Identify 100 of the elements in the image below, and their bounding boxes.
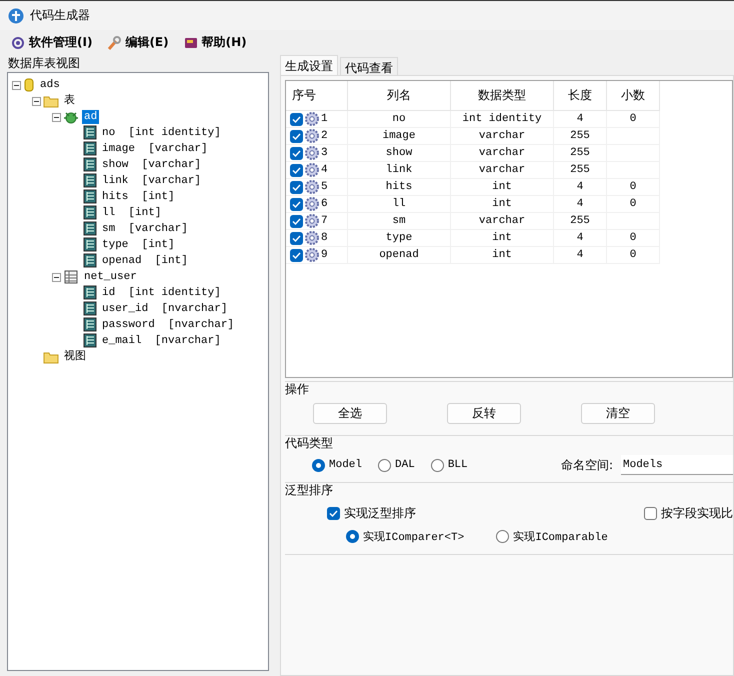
radio-button[interactable] xyxy=(496,530,510,542)
tree-item[interactable]: password [nvarchar] xyxy=(100,318,236,332)
column-header: 小数 xyxy=(606,81,660,110)
tree-item[interactable]: 视图 xyxy=(62,350,88,364)
table-cell: int xyxy=(492,181,512,193)
tree-item[interactable]: e_mail [nvarchar] xyxy=(100,334,223,348)
radio-button[interactable] xyxy=(346,530,359,542)
radio-button[interactable] xyxy=(430,458,444,472)
table-cell: 2 xyxy=(321,130,328,142)
table-cell: type xyxy=(386,232,412,244)
column-header: 数据类型 xyxy=(450,81,554,110)
tab[interactable]: 代码查看 xyxy=(340,57,398,75)
checkbox[interactable] xyxy=(290,130,303,142)
table-cell: varchar xyxy=(478,147,526,159)
tree-item[interactable]: openad [int] xyxy=(100,254,190,268)
column-icon xyxy=(83,221,97,237)
window-title: 代码生成器 xyxy=(30,7,90,24)
action-button[interactable]: 全选 xyxy=(313,403,387,424)
option-label: DAL xyxy=(395,459,415,471)
checkbox[interactable] xyxy=(290,198,303,210)
tree-item[interactable]: sm [varchar] xyxy=(100,222,190,236)
tree-item[interactable]: ll [int] xyxy=(100,206,164,220)
column-icon xyxy=(83,237,97,253)
column-header: 长度 xyxy=(554,81,606,110)
namespace-field[interactable]: Models xyxy=(621,455,733,475)
table-cell: 255 xyxy=(570,215,590,227)
radio-button[interactable] xyxy=(312,458,325,472)
column-icon xyxy=(83,141,97,157)
collapse-toggle[interactable] xyxy=(32,96,41,106)
menu-item[interactable]: 帮助(H) xyxy=(182,34,247,51)
action-button[interactable]: 反转 xyxy=(447,403,521,424)
table-cell: image xyxy=(382,130,416,142)
table-cell: show xyxy=(386,147,412,159)
option-label: Model xyxy=(329,459,362,471)
table-cell: 0 xyxy=(630,181,636,193)
action-button[interactable]: 清空 xyxy=(581,403,655,424)
tree-item[interactable]: 表 xyxy=(62,94,77,108)
table-cell: 5 xyxy=(321,181,328,193)
collapse-toggle[interactable] xyxy=(12,80,21,90)
tree-item[interactable]: ad xyxy=(82,110,100,124)
tab[interactable]: 生成设置 xyxy=(280,55,338,75)
column-icon xyxy=(83,333,97,349)
tree-item[interactable]: show [varchar] xyxy=(100,158,204,172)
column-icon xyxy=(83,125,97,141)
table-cell: openad xyxy=(379,249,419,261)
tree-item[interactable]: type [int] xyxy=(100,238,177,252)
table-cell: 4 xyxy=(576,181,584,193)
table-cell: varchar xyxy=(478,164,526,176)
checkbox[interactable] xyxy=(290,112,303,126)
table-cell: 0 xyxy=(630,232,636,244)
table-cell: 4 xyxy=(321,164,328,176)
table-cell: int xyxy=(492,232,512,244)
table-cell: ll xyxy=(392,198,406,210)
group-title: 操作 xyxy=(285,382,310,397)
app-icon xyxy=(8,8,24,24)
option-label: BLL xyxy=(448,459,468,471)
table-cell: 7 xyxy=(321,215,328,227)
collapse-toggle[interactable] xyxy=(52,112,61,122)
tree-item[interactable]: hits [int] xyxy=(100,190,177,204)
menu-item[interactable]: 软件管理(I) xyxy=(10,34,92,51)
table-cell: int identity xyxy=(462,113,542,125)
tree-item[interactable]: ads xyxy=(38,78,62,92)
checkbox[interactable] xyxy=(290,214,303,228)
tree-item[interactable]: image [varchar] xyxy=(100,142,210,156)
table-cell: link xyxy=(386,164,412,176)
column-icon xyxy=(83,173,97,189)
checkbox-label: 实现泛型排序 xyxy=(344,504,416,522)
column-icon xyxy=(83,157,97,173)
tree-item[interactable]: no [int identity] xyxy=(100,126,223,140)
table-cell: 4 xyxy=(576,249,584,261)
tree-item[interactable]: net_user xyxy=(82,270,139,284)
tree-item[interactable]: user_id [nvarchar] xyxy=(100,302,230,316)
checkbox[interactable] xyxy=(290,232,303,244)
checkbox[interactable] xyxy=(290,164,303,176)
table-cell: 6 xyxy=(321,198,328,210)
checkbox-label: 按字段实现比 xyxy=(661,504,733,522)
checkbox[interactable] xyxy=(290,146,303,160)
column-header: 序号 xyxy=(286,81,348,110)
table-cell: 8 xyxy=(321,232,328,244)
field-label: 命名空间: xyxy=(560,456,613,474)
table-cell: 3 xyxy=(321,147,328,159)
radio-button[interactable] xyxy=(378,458,392,472)
table-cell: 255 xyxy=(570,147,590,159)
option-label: 实现IComparable xyxy=(513,530,608,544)
group-title: 泛型排序 xyxy=(285,483,334,498)
checkbox[interactable] xyxy=(644,506,657,520)
checkbox[interactable] xyxy=(290,248,303,262)
column-icon xyxy=(83,205,97,221)
collapse-toggle[interactable] xyxy=(52,272,61,282)
table-icon xyxy=(63,269,79,285)
cylinder-icon xyxy=(23,77,35,93)
tree-item[interactable]: link [varchar] xyxy=(100,174,204,188)
checkbox[interactable] xyxy=(290,180,303,194)
table-cell: no xyxy=(392,113,406,125)
menu-item[interactable]: 编辑(E) xyxy=(106,34,169,51)
table-cell: 4 xyxy=(576,232,584,244)
column-icon xyxy=(83,285,97,301)
tree-item[interactable]: id [int identity] xyxy=(100,286,223,300)
checkbox[interactable] xyxy=(327,506,340,520)
wrench-icon xyxy=(106,34,122,50)
